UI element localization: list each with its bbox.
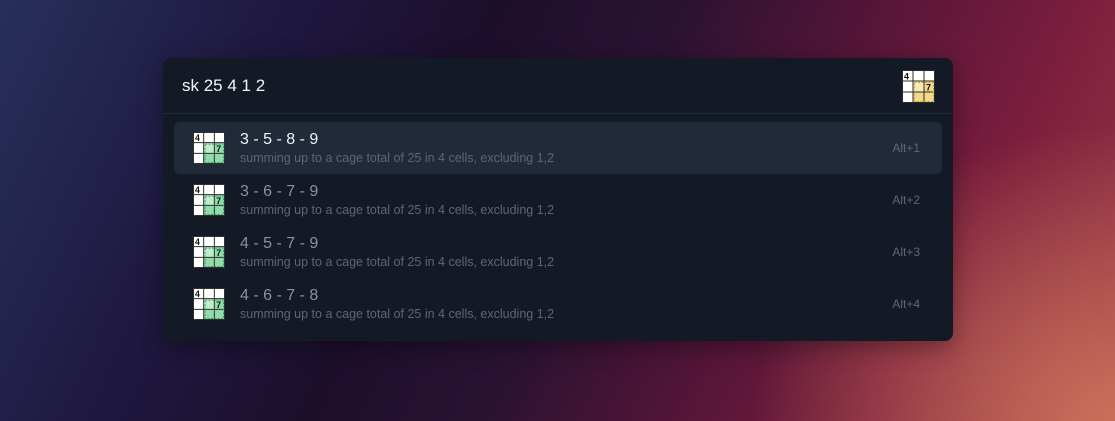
icon-digit-top: 4 xyxy=(195,289,200,299)
result-shortcut: Alt+3 xyxy=(892,245,920,259)
launcher-window: 4 7 4 7 3 - 5 - 8 - 9 summing up to a ca… xyxy=(163,58,953,341)
result-title: 4 - 6 - 7 - 8 xyxy=(240,287,319,304)
killer-sudoku-icon: 4 7 xyxy=(193,184,225,216)
icon-digit-mid: 7 xyxy=(216,300,221,310)
icon-digit-mid: 7 xyxy=(926,83,931,93)
search-bar: 4 7 xyxy=(163,58,953,114)
icon-digit-top: 4 xyxy=(195,237,200,247)
result-subtitle: summing up to a cage total of 25 in 4 ce… xyxy=(240,255,555,269)
killer-sudoku-icon: 4 7 xyxy=(193,236,225,268)
result-shortcut: Alt+1 xyxy=(892,141,920,155)
icon-digit-mid: 7 xyxy=(216,196,221,206)
result-subtitle: summing up to a cage total of 25 in 4 ce… xyxy=(240,151,555,165)
result-subtitle: summing up to a cage total of 25 in 4 ce… xyxy=(240,203,555,217)
result-subtitle: summing up to a cage total of 25 in 4 ce… xyxy=(240,307,555,321)
result-item-4[interactable]: 4 7 4 - 6 - 7 - 8 summing up to a cage t… xyxy=(174,278,942,330)
result-shortcut: Alt+4 xyxy=(892,297,920,311)
icon-digit-mid: 7 xyxy=(216,144,221,154)
search-input[interactable] xyxy=(163,58,883,113)
killer-sudoku-icon: 4 7 xyxy=(193,288,225,320)
results-list: 4 7 3 - 5 - 8 - 9 summing up to a cage t… xyxy=(163,114,953,330)
result-item-2[interactable]: 4 7 3 - 6 - 7 - 9 summing up to a cage t… xyxy=(174,174,942,226)
result-item-1[interactable]: 4 7 3 - 5 - 8 - 9 summing up to a cage t… xyxy=(174,122,942,174)
icon-digit-top: 4 xyxy=(195,133,200,143)
result-title: 4 - 5 - 7 - 9 xyxy=(240,235,319,252)
result-shortcut: Alt+2 xyxy=(892,193,920,207)
icon-digit-top: 4 xyxy=(195,185,200,195)
killer-sudoku-icon: 4 7 xyxy=(193,132,225,164)
result-item-3[interactable]: 4 7 4 - 5 - 7 - 9 summing up to a cage t… xyxy=(174,226,942,278)
result-title: 3 - 5 - 8 - 9 xyxy=(240,131,319,148)
icon-digit-top: 4 xyxy=(904,72,909,82)
killer-sudoku-icon: 4 7 xyxy=(902,70,935,103)
result-title: 3 - 6 - 7 - 9 xyxy=(240,183,319,200)
icon-digit-mid: 7 xyxy=(216,248,221,258)
